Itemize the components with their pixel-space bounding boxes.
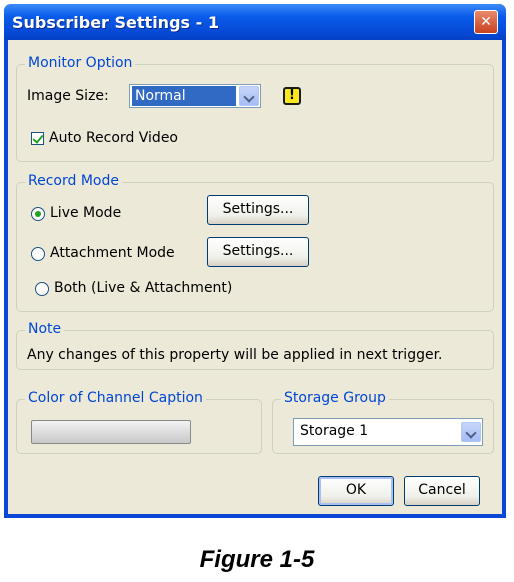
color-caption-legend: Color of Channel Caption — [25, 390, 206, 406]
storage-group-select[interactable]: Storage 1 — [293, 418, 483, 446]
live-mode-label[interactable]: Live Mode — [50, 205, 121, 221]
live-settings-button[interactable]: Settings... — [207, 195, 309, 225]
close-button[interactable]: ✕ — [474, 10, 498, 34]
attachment-settings-button[interactable]: Settings... — [207, 237, 309, 267]
monitor-option-legend: Monitor Option — [25, 55, 136, 71]
storage-group-legend: Storage Group — [281, 390, 389, 406]
image-size-value: Normal — [132, 86, 236, 106]
note-text: Any changes of this property will be app… — [27, 347, 443, 363]
monitor-option-group: Monitor Option Image Size: Normal ! Auto… — [16, 55, 494, 162]
chevron-down-icon[interactable] — [239, 86, 259, 106]
color-caption-group: Color of Channel Caption — [16, 390, 262, 454]
caption-color-button[interactable] — [31, 420, 191, 444]
chevron-down-icon[interactable] — [461, 422, 481, 442]
note-group: Note Any changes of this property will b… — [16, 321, 494, 370]
live-mode-radio[interactable] — [31, 207, 45, 221]
warning-icon[interactable]: ! — [283, 87, 301, 105]
auto-record-label[interactable]: Auto Record Video — [49, 130, 178, 146]
image-size-label: Image Size: — [27, 88, 109, 104]
ok-button[interactable]: OK — [318, 476, 394, 506]
attachment-mode-label[interactable]: Attachment Mode — [50, 245, 175, 261]
warning-glyph: ! — [289, 88, 295, 103]
close-icon: ✕ — [480, 14, 492, 30]
cancel-button[interactable]: Cancel — [404, 476, 480, 506]
auto-record-checkbox[interactable] — [31, 132, 44, 145]
both-mode-label[interactable]: Both (Live & Attachment) — [54, 280, 232, 296]
dialog-window: Subscriber Settings - 1 ✕ Monitor Option… — [4, 4, 506, 518]
title-bar[interactable]: Subscriber Settings - 1 ✕ — [4, 4, 506, 40]
record-mode-legend: Record Mode — [25, 173, 122, 189]
image-size-select[interactable]: Normal — [129, 84, 261, 108]
note-legend: Note — [25, 321, 65, 337]
attachment-mode-radio[interactable] — [31, 247, 45, 261]
both-mode-radio[interactable] — [35, 282, 49, 296]
dialog-body: Monitor Option Image Size: Normal ! Auto… — [8, 40, 502, 514]
record-mode-group: Record Mode Live Mode Settings... Attach… — [16, 173, 494, 312]
storage-group: Storage Group Storage 1 — [272, 390, 494, 454]
storage-group-value: Storage 1 — [300, 423, 369, 439]
window-title: Subscriber Settings - 1 — [12, 13, 219, 32]
figure-caption: Figure 1-5 — [199, 546, 315, 573]
